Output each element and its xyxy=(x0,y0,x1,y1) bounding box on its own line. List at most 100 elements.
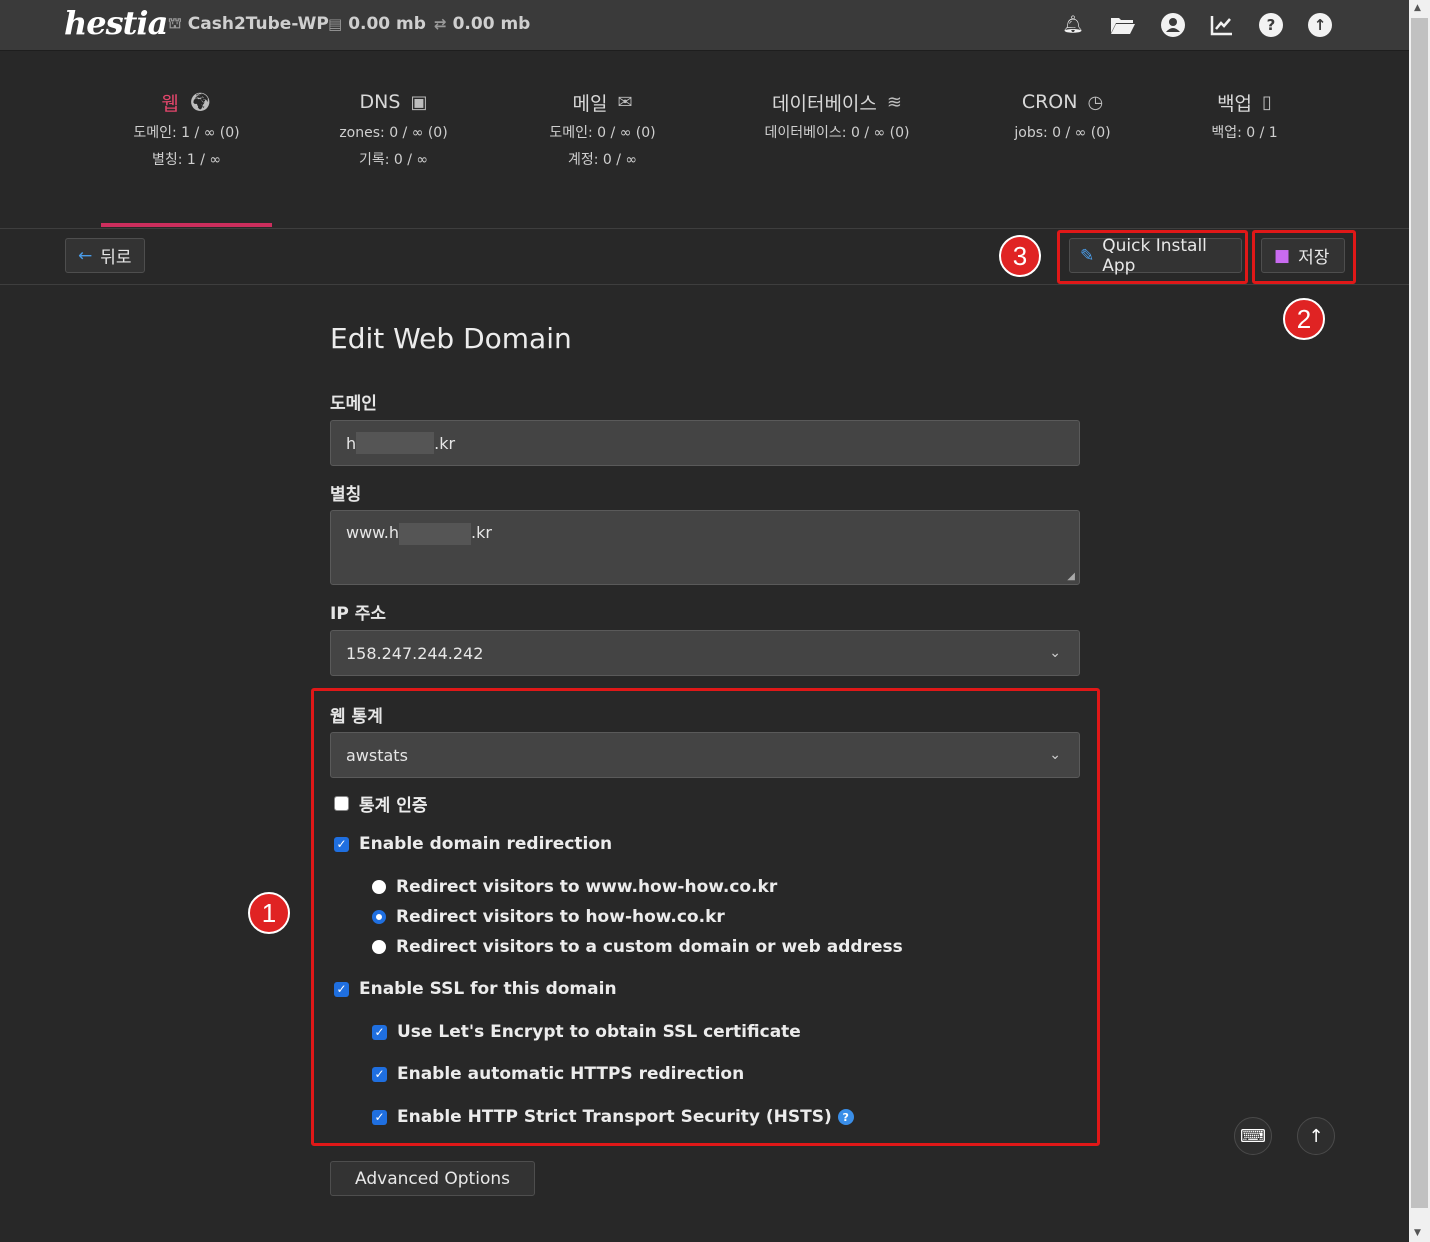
page-title: Edit Web Domain xyxy=(330,322,572,355)
globe-icon: 🌍︎ xyxy=(188,91,212,113)
alias-textarea[interactable]: www.h .kr ◢ xyxy=(330,510,1080,585)
tab-mail-stat1: 도메인: 0 / ∞ (0) xyxy=(549,125,656,141)
save-button[interactable]: ■ 저장 xyxy=(1261,238,1345,273)
tab-web-stat1: 도메인: 1 / ∞ (0) xyxy=(133,125,240,141)
redirect-option-root[interactable]: Redirect visitors to how-how.co.kr xyxy=(372,907,725,927)
tab-dns[interactable]: DNS ▣ zones: 0 / ∞ (0) 기록: 0 / ∞ xyxy=(308,88,479,170)
tab-database[interactable]: 데이터베이스 ≋ 데이터베이스: 0 / ∞ (0) xyxy=(736,88,938,143)
domain-value-prefix: h xyxy=(346,433,357,453)
tab-dns-label: DNS xyxy=(359,91,401,113)
redirect-option-root-label: Redirect visitors to how-how.co.kr xyxy=(396,907,725,927)
ssl-https-checkbox[interactable]: ✓ xyxy=(372,1066,387,1082)
advanced-options-button[interactable]: Advanced Options xyxy=(330,1161,535,1196)
redaction-mask xyxy=(399,523,472,545)
stats-label: 웹 통계 xyxy=(330,707,383,727)
alias-value-prefix: www.h xyxy=(346,523,400,542)
callout-badge-3: 3 xyxy=(999,235,1041,277)
scroll-up-icon[interactable]: ▲ xyxy=(1414,3,1421,13)
bell-icon[interactable]: 🔔︎ xyxy=(1061,13,1085,37)
disk-usage: ▤ 0.00 mb xyxy=(328,14,426,34)
hard-drive-icon: ▤ xyxy=(328,15,343,33)
ip-select[interactable]: 158.247.244.242 ⌄ xyxy=(330,630,1080,676)
radio-custom[interactable] xyxy=(372,940,386,954)
alias-value-suffix: .kr xyxy=(471,523,492,542)
quick-install-label: Quick Install App xyxy=(1102,235,1207,276)
tab-web-label: 웹 xyxy=(161,92,179,115)
callout-badge-1: 1 xyxy=(248,892,290,934)
disk-value: 0.00 mb xyxy=(348,14,426,34)
ssl-hsts-checkbox[interactable]: ✓ xyxy=(372,1109,387,1125)
alias-label: 별칭 xyxy=(330,485,362,505)
transfer-icon: ⇄ xyxy=(434,15,447,33)
redirect-option-www[interactable]: Redirect visitors to www.how-how.co.kr xyxy=(372,877,777,897)
chevron-down-icon: ⌄ xyxy=(1049,645,1061,661)
chevron-down-icon: ⌄ xyxy=(1049,747,1061,763)
ssl-hsts-label: Enable HTTP Strict Transport Security (H… xyxy=(397,1107,832,1127)
ssl-https-option[interactable]: ✓ Enable automatic HTTPS redirection xyxy=(372,1064,744,1084)
ssl-letsencrypt-option[interactable]: ✓ Use Let's Encrypt to obtain SSL certif… xyxy=(372,1022,801,1042)
folder-icon[interactable] xyxy=(1109,13,1137,37)
clock-icon: ◷ xyxy=(1087,91,1104,113)
stats-select[interactable]: awstats ⌄ xyxy=(330,732,1080,778)
tab-backup-stat1: 백업: 0 / 1 xyxy=(1211,125,1278,141)
help-circle-icon[interactable]: ? xyxy=(837,1109,854,1125)
tab-cron-stat1: jobs: 0 / ∞ (0) xyxy=(1014,125,1111,141)
scroll-down-icon[interactable]: ▼ xyxy=(1414,1228,1421,1238)
tab-mail-stat2: 계정: 0 / ∞ xyxy=(567,152,638,168)
tab-backup[interactable]: 백업 ▯ 백업: 0 / 1 xyxy=(1159,88,1330,143)
file-archive-icon: ▯ xyxy=(1262,91,1272,113)
floppy-disk-icon: ■ xyxy=(1274,245,1291,266)
redirect-enable-option[interactable]: ✓ Enable domain redirection xyxy=(334,834,612,854)
redirect-option-custom[interactable]: Redirect visitors to a custom domain or … xyxy=(372,937,903,957)
quick-install-button[interactable]: ✎ Quick Install App xyxy=(1069,235,1242,276)
keyboard-shortcuts-icon[interactable]: ⌨ xyxy=(1234,1117,1272,1155)
pencil-icon: ✎ xyxy=(1080,245,1095,266)
ssl-letsencrypt-checkbox[interactable]: ✓ xyxy=(372,1024,387,1040)
user-info[interactable]: ⛫ Cash2Tube-WP xyxy=(168,14,329,34)
bandwidth-usage: ⇄ 0.00 mb xyxy=(434,14,530,34)
ssl-enable-option[interactable]: ✓ Enable SSL for this domain xyxy=(334,979,617,999)
tab-mail[interactable]: 메일 ✉ 도메인: 0 / ∞ (0) 계정: 0 / ∞ xyxy=(517,88,688,170)
radio-www[interactable] xyxy=(372,880,386,894)
ssl-hsts-option[interactable]: ✓ Enable HTTP Strict Transport Security … xyxy=(372,1107,854,1127)
tab-web[interactable]: 웹 🌍︎ 도메인: 1 / ∞ (0) 별칭: 1 / ∞ xyxy=(101,88,272,170)
domain-input[interactable]: h .kr xyxy=(330,420,1080,466)
stats-auth-checkbox[interactable] xyxy=(334,796,349,811)
redirect-option-www-label: Redirect visitors to www.how-how.co.kr xyxy=(396,877,778,897)
ip-label: IP 주소 xyxy=(330,604,386,624)
stats-value: awstats xyxy=(346,745,408,765)
radio-root[interactable] xyxy=(372,910,386,924)
domain-label: 도메인 xyxy=(330,394,377,414)
ssl-enable-checkbox[interactable]: ✓ xyxy=(334,981,349,997)
stats-auth-option[interactable]: 통계 인증 xyxy=(334,791,427,816)
user-circle-icon[interactable] xyxy=(1161,13,1185,37)
redirect-enable-label: Enable domain redirection xyxy=(359,834,613,854)
tab-dns-stat1: zones: 0 / ∞ (0) xyxy=(339,125,448,141)
tab-database-label: 데이터베이스 xyxy=(772,92,877,115)
ssl-enable-label: Enable SSL for this domain xyxy=(359,979,617,999)
save-label: 저장 xyxy=(1298,248,1330,268)
callout-badge-2: 2 xyxy=(1283,298,1325,340)
advanced-options-label: Advanced Options xyxy=(355,1168,510,1189)
back-label: 뒤로 xyxy=(100,248,132,268)
address-book-icon: ▣ xyxy=(410,91,428,113)
back-button[interactable]: ← 뒤로 xyxy=(65,238,145,273)
tab-backup-label: 백업 xyxy=(1217,92,1253,115)
chart-line-icon[interactable] xyxy=(1210,13,1234,37)
resize-handle-icon[interactable]: ◢ xyxy=(1067,571,1075,582)
mailbox-icon: ✉ xyxy=(617,91,633,113)
help-icon[interactable]: ? xyxy=(1259,13,1283,37)
hestia-logo[interactable]: hestia xyxy=(64,4,168,42)
tab-database-stat1: 데이터베이스: 0 / ∞ (0) xyxy=(764,125,910,141)
scroll-top-icon[interactable]: ↑ xyxy=(1297,1117,1335,1155)
logout-arrow-icon[interactable]: ↑ xyxy=(1308,13,1332,37)
redaction-mask xyxy=(356,432,435,454)
scrollbar-thumb[interactable] xyxy=(1411,18,1428,1208)
top-bar: hestia ⛫ Cash2Tube-WP ▤ 0.00 mb ⇄ 0.00 m… xyxy=(0,0,1409,51)
tab-web-stat2: 별칭: 1 / ∞ xyxy=(151,152,222,168)
user-name: Cash2Tube-WP xyxy=(187,14,329,34)
stats-auth-label: 통계 인증 xyxy=(359,796,428,816)
tab-cron[interactable]: CRON ◷ jobs: 0 / ∞ (0) xyxy=(977,88,1148,143)
redirect-enable-checkbox[interactable]: ✓ xyxy=(334,836,349,852)
bandwidth-value: 0.00 mb xyxy=(452,14,531,34)
